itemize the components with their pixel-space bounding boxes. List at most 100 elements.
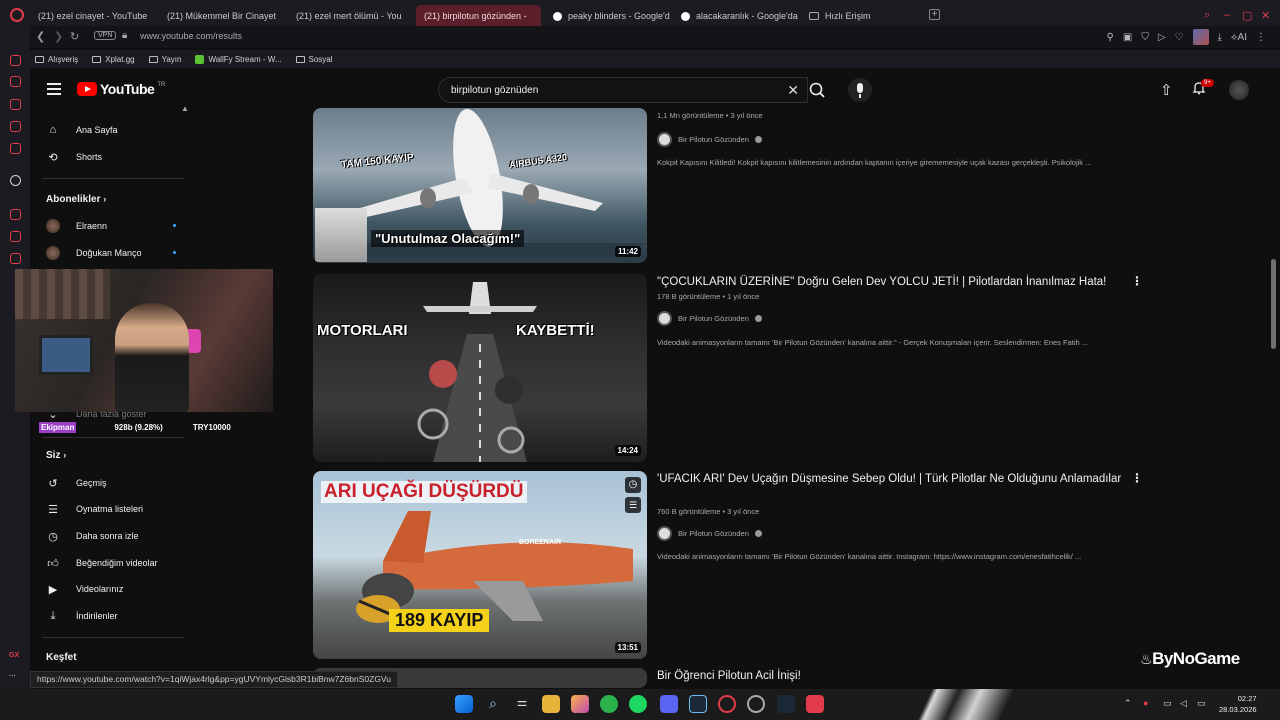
maximize-icon[interactable]: ▢: [1242, 9, 1252, 22]
forward-icon[interactable]: ❯: [54, 30, 63, 43]
shield-icon[interactable]: ⛉: [1141, 32, 1149, 43]
add-to-queue-icon[interactable]: ☰: [625, 497, 641, 513]
network-icon[interactable]: ▭: [1163, 698, 1172, 709]
video-thumbnail[interactable]: MOTORLARI KAYBETTİ! 14:24: [313, 274, 647, 462]
search-input[interactable]: birpilotun göznüden ✕: [438, 77, 808, 103]
sidebar-item-shorts[interactable]: ⟲ Shorts: [46, 147, 186, 167]
sidebar-item-dogukan-manco[interactable]: Doğukan Manço: [46, 243, 186, 263]
more-side-icon[interactable]: ···: [9, 673, 16, 680]
video-title[interactable]: "ÇOCUKLARIN ÜZERİNE" Doğru Gelen Dev YOL…: [657, 274, 1127, 291]
tab-peaky-blinders[interactable]: peaky blinders - Google'd: [545, 5, 670, 27]
youtube-logo[interactable]: YouTube TR: [77, 81, 165, 97]
ai-button[interactable]: ⟡AI: [1231, 32, 1247, 43]
bookmark-xplat[interactable]: Xplat.gg: [92, 55, 135, 64]
search-button[interactable]: [800, 77, 834, 103]
close-icon[interactable]: ✕: [1261, 9, 1270, 22]
more-actions-icon[interactable]: ⋮: [1131, 274, 1143, 288]
tray-chevron-icon[interactable]: ⌃: [1124, 698, 1132, 709]
vpn-badge[interactable]: VPN: [94, 31, 117, 40]
upload-icon[interactable]: ⇧: [1160, 81, 1173, 99]
url-field[interactable]: www.youtube.com/results: [140, 31, 242, 41]
video-title[interactable]: 'UFACIK ARI' Dev Uçağın Düşmesine Sebep …: [657, 471, 1127, 488]
tab-ezel-cinayet[interactable]: (21) ezel cinayet - YouTube: [30, 5, 155, 27]
obs-icon[interactable]: [747, 695, 765, 713]
video-result[interactable]: ARI UÇAĞI DÜŞÜRDÜ BOREENAIR 189 KAYIP ◷ …: [313, 471, 1153, 661]
clock-side-icon[interactable]: [10, 209, 21, 220]
voice-search-button[interactable]: [848, 78, 872, 102]
tab-mukemmel-cinayet[interactable]: (21) Mükemmel Bir Cinayet: [159, 5, 284, 27]
video-thumbnail[interactable]: ARI UÇAĞI DÜŞÜRDÜ BOREENAIR 189 KAYIP ◷ …: [313, 471, 647, 659]
sidebar-item-watch-later[interactable]: ◷ Daha sonra izle: [46, 526, 186, 546]
pin-icon[interactable]: ⚲: [1107, 32, 1114, 43]
tab-hizli-erisim[interactable]: Hızlı Erişim: [801, 5, 926, 27]
start-icon[interactable]: [455, 695, 473, 713]
messenger-icon[interactable]: [10, 143, 21, 154]
spotify-icon[interactable]: [629, 695, 647, 713]
video-title[interactable]: Bir Öğrenci Pilotun Acil İnişi!: [657, 668, 1127, 685]
clear-search-icon[interactable]: ✕: [787, 82, 799, 99]
gx-label[interactable]: GX: [9, 652, 19, 659]
scroll-up-icon[interactable]: ▲: [181, 104, 189, 113]
instagram-icon[interactable]: [571, 695, 589, 713]
lock-icon[interactable]: 🔒︎: [122, 30, 127, 41]
bookmark-yayin[interactable]: Yayın: [148, 55, 181, 64]
opera-gx-logo-icon[interactable]: [10, 8, 24, 22]
tab-alacakaranlik[interactable]: alacakaranlık - Google'da: [673, 5, 798, 27]
watch-later-icon[interactable]: ◷: [625, 477, 641, 493]
you-heading[interactable]: Siz ›: [46, 450, 66, 461]
guide-menu-icon[interactable]: [47, 83, 61, 95]
menu-icon[interactable]: ⋮: [1256, 32, 1266, 43]
extension-avatar[interactable]: [1192, 29, 1209, 45]
reload-icon[interactable]: ↻: [70, 30, 79, 43]
cube-icon[interactable]: [10, 231, 21, 242]
new-tab-button[interactable]: +: [929, 9, 940, 20]
channel-link[interactable]: Bir Pilotun Gözünden: [657, 132, 762, 147]
volume-icon[interactable]: ◁: [1180, 698, 1187, 709]
sidebar-item-history[interactable]: ↺ Geçmiş: [46, 473, 186, 493]
scrollbar-thumb[interactable]: [1271, 259, 1276, 349]
page-scrollbar[interactable]: [1270, 68, 1278, 688]
gx-control-icon[interactable]: [10, 99, 21, 110]
settings-side-icon[interactable]: [10, 253, 21, 264]
sidebar-item-downloads[interactable]: ⤓ İndirilenler: [46, 606, 186, 626]
video-thumbnail[interactable]: TAM 150 KAYIP AIRBUS A320 "Unutulmaz Ola…: [313, 108, 647, 263]
opera-gx-taskbar-icon[interactable]: [718, 695, 736, 713]
file-explorer-icon[interactable]: [542, 695, 560, 713]
whatsapp-icon[interactable]: [600, 695, 618, 713]
tab-ezel-mert[interactable]: (21) ezel mert ölümü - You: [288, 5, 413, 27]
channel-link[interactable]: Bir Pilotun Gözünden: [657, 311, 762, 326]
account-avatar[interactable]: [1229, 80, 1249, 100]
more-actions-icon[interactable]: ⋮: [1131, 471, 1143, 485]
tab-birpilotun-active[interactable]: (21) birpilotun gözünden -: [416, 5, 541, 27]
bookmark-alisveris[interactable]: Alışveriş: [35, 55, 78, 64]
video-result[interactable]: TAM 150 KAYIP AIRBUS A320 "Unutulmaz Ola…: [313, 108, 1153, 268]
search-taskbar-icon[interactable]: ⌕: [484, 695, 502, 713]
sidebar-item-liked[interactable]: 👍︎ Beğendiğim videolar: [46, 553, 186, 573]
battery-icon[interactable]: ▭: [1197, 698, 1206, 709]
back-icon[interactable]: ❮: [36, 30, 45, 43]
video-result[interactable]: Bir Öğrenci Pilotun Acil İnişi!: [313, 668, 1153, 688]
discord-icon[interactable]: [660, 695, 678, 713]
system-clock[interactable]: 02:27 28.03.2026: [1219, 693, 1257, 715]
pencil-icon[interactable]: [10, 121, 21, 132]
play-icon[interactable]: ▷: [1158, 32, 1166, 43]
sidebar-item-playlists[interactable]: ☰ Oynatma listeleri: [46, 499, 186, 519]
minimize-icon[interactable]: –: [1224, 9, 1230, 21]
channel-link[interactable]: Bir Pilotun Gözünden: [657, 526, 762, 541]
steam-icon[interactable]: [689, 695, 707, 713]
search-tabs-icon[interactable]: ⌕: [1204, 9, 1210, 22]
heart-icon[interactable]: ♡: [1175, 32, 1184, 43]
sidebar-item-your-videos[interactable]: ▶ Videolarınız: [46, 579, 186, 599]
sidebar-item-elraenn[interactable]: Elraenn: [46, 216, 186, 236]
subscriptions-heading[interactable]: Abonelikler ›: [46, 194, 106, 205]
snapshot-icon[interactable]: ▣: [1123, 32, 1132, 43]
twitch-icon[interactable]: [10, 55, 21, 66]
microphone-icon[interactable]: ●: [1143, 698, 1148, 708]
app-icon[interactable]: [806, 695, 824, 713]
sidebar-item-home[interactable]: ⌂ Ana Sayfa: [46, 120, 186, 140]
chatgpt-icon[interactable]: [10, 175, 21, 186]
bookmark-wallfy[interactable]: WallFy Stream - W...: [195, 54, 282, 64]
video-result[interactable]: MOTORLARI KAYBETTİ! 14:24 "ÇOCUKLARIN ÜZ…: [313, 274, 1153, 464]
download-icon[interactable]: ⤓: [1218, 32, 1222, 43]
bookmark-sosyal[interactable]: Sosyal: [295, 55, 333, 64]
